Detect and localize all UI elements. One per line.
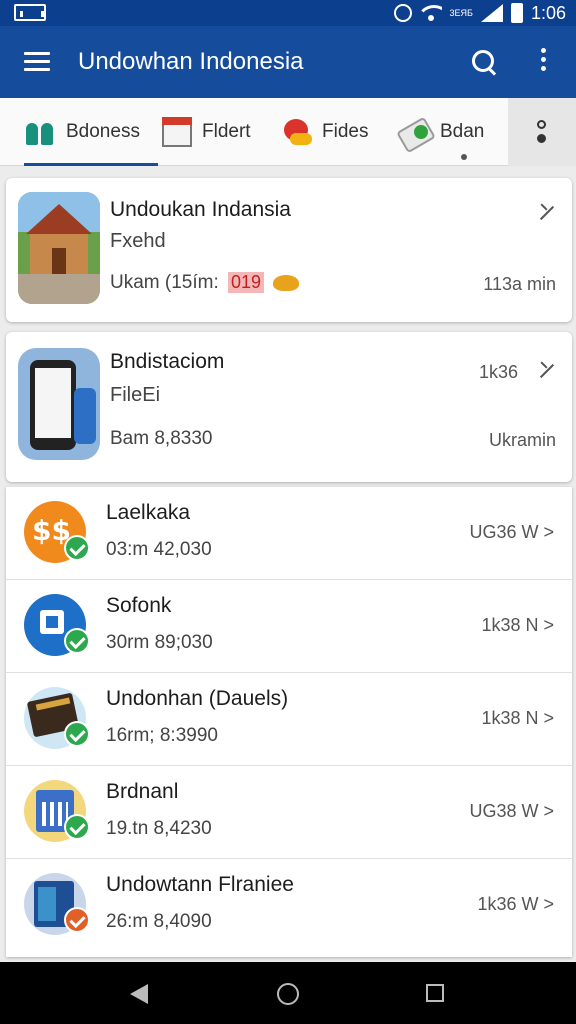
tab-bdan[interactable]: Bdan xyxy=(400,98,484,166)
fruit-icon xyxy=(282,117,312,147)
check-icon xyxy=(64,721,90,747)
list-item-subtitle: 19.tn 8,4230 xyxy=(106,818,212,839)
expand-arrow-icon[interactable] xyxy=(538,364,554,380)
phone-thumbnail xyxy=(18,348,100,460)
screenshot-notification-icon xyxy=(14,4,46,21)
list-item[interactable]: Sofonk 30rm 89;030 1k38 N > xyxy=(6,580,572,673)
more-options-icon[interactable] xyxy=(538,48,548,76)
tab-indicator-dot xyxy=(461,154,467,160)
board-icon xyxy=(162,117,192,147)
tab-label: Fides xyxy=(322,121,369,142)
check-icon xyxy=(64,907,90,933)
card-right-meta: Ukramin xyxy=(488,430,556,450)
tab-fides[interactable]: Fides xyxy=(282,98,368,166)
list-item[interactable]: Undonhan (Dauels) 16rm; 8:3990 1k38 N > xyxy=(6,673,572,766)
people-icon xyxy=(26,117,56,147)
search-icon[interactable] xyxy=(470,48,498,76)
alarm-icon xyxy=(393,4,412,22)
tab-label: Bdoness xyxy=(66,121,140,142)
card-title: Undoukan Indansia xyxy=(110,198,291,221)
list-item[interactable]: Laelkaka 03:m 42,030 UG36 W > xyxy=(6,487,572,580)
back-icon[interactable] xyxy=(130,984,148,1004)
check-icon xyxy=(64,814,90,840)
card-meta: Ukam (15ím: 019 xyxy=(110,272,300,294)
card-right-top: 1k36 xyxy=(478,362,518,382)
card-title: Bndistaciom xyxy=(110,350,225,373)
list-item-title: Brdnanl xyxy=(106,780,179,803)
list-item-right: 1k38 N > xyxy=(481,708,554,728)
recent-apps-icon[interactable] xyxy=(426,984,444,1002)
list-item-subtitle: 16rm; 8:3990 xyxy=(106,725,218,746)
battery-icon xyxy=(510,3,523,23)
meta-badge: 019 xyxy=(228,272,265,293)
check-icon xyxy=(64,628,90,654)
list-item-right: 1k38 N > xyxy=(481,615,554,635)
featured-card[interactable]: Bndistaciom FileEi Bam 8,8330 1k36 Ukram… xyxy=(6,332,572,482)
clock: 1:06 xyxy=(530,2,566,23)
tab-bdoness[interactable]: Bdoness xyxy=(24,98,158,166)
list-item-subtitle: 30rm 89;030 xyxy=(106,632,213,653)
list-item-right: 1k36 W > xyxy=(477,894,554,914)
tab-label: Fldert xyxy=(202,121,251,142)
card-subtitle: FileEi xyxy=(110,384,161,406)
tab-overflow-button[interactable] xyxy=(508,98,576,166)
home-icon[interactable] xyxy=(277,983,299,1005)
list-item-title: Sofonk xyxy=(106,594,172,617)
featured-card[interactable]: Undoukan Indansia Fxehd Ukam (15ím: 019 … xyxy=(6,178,572,322)
list-item-title: Undowtann Flraniee xyxy=(106,873,294,896)
status-bar: 3ЕЯБ 1:06 xyxy=(0,0,576,26)
app-title: Undowhan Indonesia xyxy=(78,48,304,75)
list-item[interactable]: Undowtann Flraniee 26:m 8,4090 1k36 W > xyxy=(6,859,572,952)
card-subtitle: Fxehd xyxy=(110,230,166,252)
signal-icon xyxy=(480,4,503,22)
status-icons: 3ЕЯБ 1:06 xyxy=(393,2,566,24)
food-icon xyxy=(273,274,300,291)
tag-icon xyxy=(400,117,430,147)
item-list: Laelkaka 03:m 42,030 UG36 W > Sofonk 30r… xyxy=(6,487,572,957)
network-label: 3ЕЯБ xyxy=(449,8,473,18)
list-item-title: Undonhan (Dauels) xyxy=(106,687,289,710)
house-thumbnail xyxy=(18,192,100,304)
card-meta: Bam 8,8330 xyxy=(110,428,213,449)
menu-icon[interactable] xyxy=(24,52,50,72)
card-meta-text: Ukam (15ím: xyxy=(110,272,219,293)
list-item-subtitle: 26:m 8,4090 xyxy=(106,911,212,932)
card-right-meta: 113a min xyxy=(483,274,556,294)
tab-label: Bdan xyxy=(440,121,485,142)
list-item-right: UG36 W > xyxy=(469,522,554,542)
list-item-title: Laelkaka xyxy=(106,501,191,524)
tab-fldert[interactable]: Fldert xyxy=(162,98,251,166)
list-item-subtitle: 03:m 42,030 xyxy=(106,539,212,560)
expand-arrow-icon[interactable] xyxy=(538,206,554,222)
check-icon xyxy=(64,535,90,561)
app-bar: Undowhan Indonesia xyxy=(0,26,576,98)
category-tab-bar: Bdoness Fldert Fides Bdan xyxy=(0,98,576,166)
system-navigation-bar xyxy=(0,962,576,1024)
wifi-icon xyxy=(419,5,442,21)
list-item[interactable]: Brdnanl 19.tn 8,4230 UG38 W > xyxy=(6,766,572,859)
list-item-right: UG38 W > xyxy=(469,801,554,821)
